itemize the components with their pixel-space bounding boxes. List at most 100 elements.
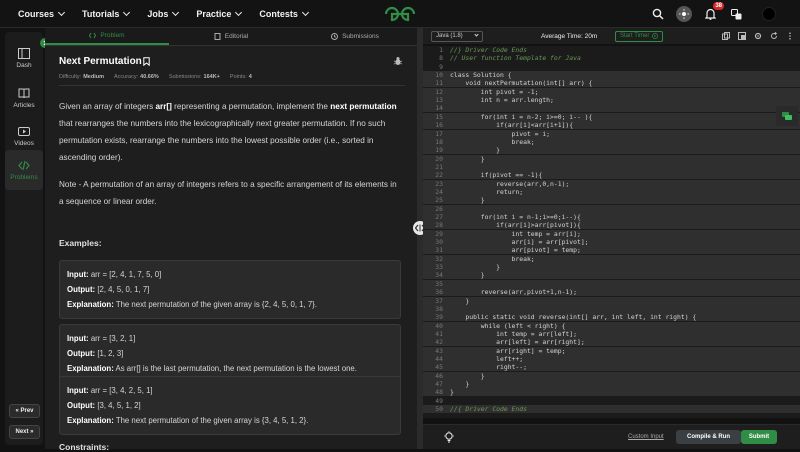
code-line[interactable]: 35 xyxy=(423,279,800,288)
nav-courses[interactable]: Courses xyxy=(18,8,66,19)
example-input: Input: arr = [2, 4, 1, 7, 5, 0] xyxy=(67,267,393,282)
code-line[interactable]: 23 reverse(arr,0,n-1); xyxy=(423,179,800,188)
theme-toggle-icon[interactable] xyxy=(676,6,692,22)
sidebar-item-problems[interactable]: Problems xyxy=(5,150,43,190)
search-icon[interactable] xyxy=(650,6,666,22)
code-line[interactable]: 24 return; xyxy=(423,187,800,196)
code-line[interactable]: 31 arr[pivot] = temp; xyxy=(423,246,800,255)
code-line[interactable]: 40 while (left < right) { xyxy=(423,321,800,330)
start-timer-button[interactable]: Start Timer xyxy=(615,30,664,42)
tab-problem[interactable]: Problem xyxy=(45,28,169,45)
code-line[interactable]: 16 if(arr[i]<arr[i+1]){ xyxy=(423,121,800,130)
points-label: Points: xyxy=(229,74,247,80)
input-label: Input: xyxy=(67,386,89,395)
code-line[interactable]: 49 xyxy=(423,397,800,405)
code-line[interactable]: 13 int n = arr.length; xyxy=(423,96,800,105)
code-line[interactable]: 33 } xyxy=(423,263,800,272)
line-number: 39 xyxy=(435,313,443,322)
code-line[interactable]: 27 for(int i = n-1;i>=0;i--){ xyxy=(423,213,800,221)
code-line[interactable]: 37 } xyxy=(423,296,800,305)
report-bug-icon[interactable] xyxy=(393,56,403,66)
video-icon xyxy=(18,126,30,136)
nav-tutorials[interactable]: Tutorials xyxy=(82,8,131,19)
line-number: 35 xyxy=(435,279,443,288)
code-line[interactable]: 38 xyxy=(423,304,800,313)
explanation-value: The next permutation of the given array … xyxy=(115,416,309,425)
code-line[interactable]: 32 break; xyxy=(423,254,800,263)
code-line[interactable]: 28 if(arr[i]>arr[pivot]){ xyxy=(423,221,800,230)
nav-contests[interactable]: Contests xyxy=(259,8,309,19)
prev-label: Prev xyxy=(20,408,34,414)
code-line[interactable]: 8 // User function Template for Java xyxy=(423,54,800,62)
compile-run-button[interactable]: Compile & Run xyxy=(676,430,741,444)
example-input: Input: arr = [3, 4, 2, 5, 1] xyxy=(67,383,393,398)
code-line[interactable]: 42 arr[left] = arr[right]; xyxy=(423,338,800,347)
sidebar-item-label: Problems xyxy=(10,173,38,181)
lightbulb-icon[interactable] xyxy=(443,431,455,443)
sidebar-item-dash[interactable]: Dash xyxy=(5,38,43,78)
code-line[interactable]: 20 } xyxy=(423,154,800,163)
code-line[interactable]: 48} xyxy=(423,388,800,397)
line-number: 31 xyxy=(435,246,443,255)
code-line[interactable]: 29 int temp = arr[i]; xyxy=(423,229,800,238)
code-line[interactable]: 11 void nextPermutation(int[] arr) { xyxy=(423,79,800,88)
gfg-logo-icon[interactable] xyxy=(383,5,417,23)
language-icon[interactable] xyxy=(728,6,744,22)
custom-input-link[interactable]: Custom Input xyxy=(628,434,664,440)
code-editor[interactable]: 1 //} Driver Code Ends 8 // User function T… xyxy=(423,46,800,418)
code-line[interactable]: 18 break; xyxy=(423,137,800,146)
code-line[interactable]: 15 for(int i = n-2; i>=0; i-- ){ xyxy=(423,112,800,121)
line-number: 29 xyxy=(435,229,443,238)
sidebar-item-articles[interactable]: Articles xyxy=(5,78,43,118)
user-avatar[interactable] xyxy=(762,7,776,21)
code-line[interactable]: 22 if(pivot == -1){ xyxy=(423,171,800,180)
code-line[interactable]: 45 right--; xyxy=(423,363,800,372)
code-text: void nextPermutation(int[] arr) { xyxy=(450,79,593,88)
code-line[interactable]: 1 //} Driver Code Ends xyxy=(423,46,800,54)
reset-icon[interactable] xyxy=(770,32,778,40)
code-line[interactable]: 14 xyxy=(423,104,800,113)
code-line[interactable]: 41 int temp = arr[left]; xyxy=(423,329,800,338)
code-line[interactable]: 46 } xyxy=(423,371,800,380)
chat-button[interactable] xyxy=(776,106,798,126)
code-line[interactable]: 44 left++; xyxy=(423,354,800,363)
code-text: } xyxy=(450,271,485,280)
notification-bell-icon[interactable]: 38 xyxy=(702,2,724,22)
difficulty-label: Difficulty: xyxy=(59,74,82,80)
copy-icon[interactable] xyxy=(722,32,730,40)
code-line[interactable]: 30 arr[i] = arr[pivot]; xyxy=(423,238,800,247)
tab-editorial[interactable]: Editorial xyxy=(169,28,293,45)
next-button[interactable]: Next » xyxy=(9,425,40,439)
code-line[interactable]: 36 reverse(arr,pivot+1,n-1); xyxy=(423,288,800,297)
code-line[interactable]: 19 } xyxy=(423,146,800,155)
more-options-icon[interactable] xyxy=(786,32,794,40)
submit-button[interactable]: Submit xyxy=(741,430,777,444)
language-value: Java (1.8) xyxy=(436,33,463,39)
code-line[interactable]: 10 class Solution { xyxy=(423,71,800,80)
nav-contests-label: Contests xyxy=(259,8,298,19)
fullscreen-icon[interactable] xyxy=(738,32,746,40)
bookmark-icon[interactable] xyxy=(143,57,150,66)
nav-jobs[interactable]: Jobs xyxy=(147,8,180,19)
code-line[interactable]: 39 public static void reverse(int[] arr,… xyxy=(423,313,800,322)
code-line[interactable]: 12 int pivot = -1; xyxy=(423,87,800,96)
code-line[interactable]: 21 xyxy=(423,162,800,171)
code-line[interactable]: 50 //{ Driver Code Ends xyxy=(423,405,800,414)
code-line[interactable]: 43 arr[right] = temp; xyxy=(423,346,800,355)
editor-toolbar: Java (1.8) Average Time: 20m Start Timer xyxy=(423,28,800,44)
code-line[interactable]: 9 xyxy=(423,63,800,71)
settings-icon[interactable] xyxy=(754,32,762,40)
nav-practice[interactable]: Practice xyxy=(196,8,243,19)
code-line[interactable]: 25 } xyxy=(423,196,800,205)
code-line[interactable]: 26 xyxy=(423,204,800,213)
language-select[interactable]: Java (1.8) xyxy=(431,30,483,42)
code-line[interactable]: 17 pivot = i; xyxy=(423,129,800,138)
accuracy-value: 40.66% xyxy=(140,74,159,80)
code-text: } xyxy=(450,388,454,397)
line-number: 25 xyxy=(435,196,443,205)
tab-submissions[interactable]: Submissions xyxy=(293,28,417,45)
code-text: } xyxy=(450,154,485,163)
code-line[interactable]: 34 } xyxy=(423,271,800,280)
code-line[interactable]: 47 } xyxy=(423,380,800,388)
prev-button[interactable]: « Prev xyxy=(9,404,40,418)
